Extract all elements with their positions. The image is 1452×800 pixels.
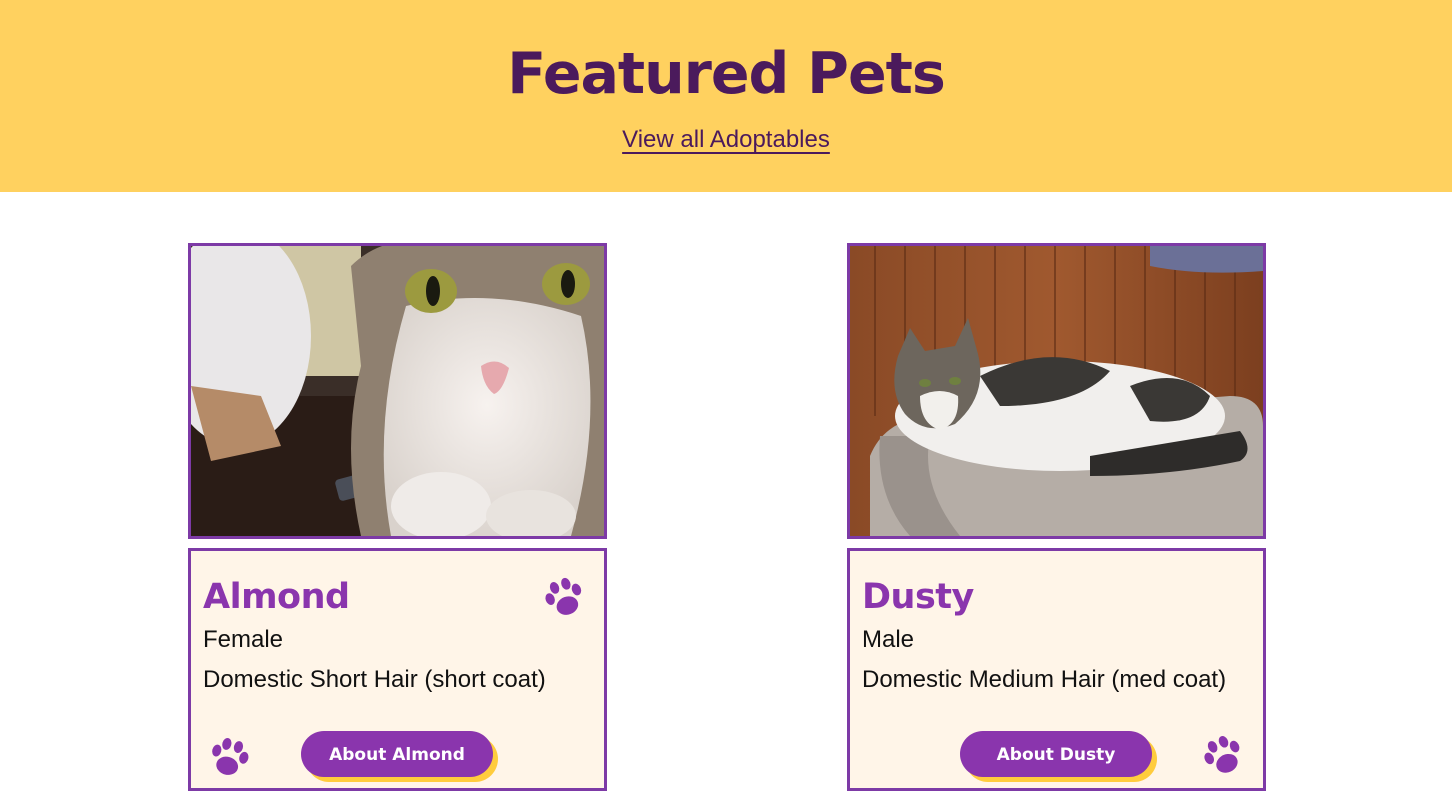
about-button-wrapper: About Almond	[301, 731, 498, 782]
about-almond-button[interactable]: About Almond	[301, 731, 493, 777]
about-dusty-button[interactable]: About Dusty	[960, 731, 1152, 777]
pet-name[interactable]: Almond	[203, 575, 350, 619]
view-all-adoptables-link[interactable]: View all Adoptables	[0, 126, 1452, 154]
pet-name[interactable]: Dusty	[862, 575, 974, 619]
pet-photo-dusty[interactable]	[847, 243, 1266, 539]
pet-card-almond: Almond Female Domestic Short Hair (short…	[188, 548, 607, 791]
pet-breed: Domestic Medium Hair (med coat)	[862, 666, 1227, 693]
pet-sex: Male	[862, 626, 915, 653]
page-title: Featured Pets	[507, 41, 946, 107]
paw-icon	[1204, 736, 1240, 773]
pet-breed: Domestic Short Hair (short coat)	[203, 666, 546, 693]
paw-icon	[212, 738, 249, 775]
about-button-wrapper: About Dusty	[960, 731, 1157, 782]
paw-icon	[545, 577, 582, 615]
featured-pets-banner: Featured Pets View all Adoptables	[0, 0, 1452, 192]
pet-card-dusty: Dusty Male Domestic Medium Hair (med coa…	[847, 548, 1266, 791]
pet-sex: Female	[203, 626, 284, 653]
pet-photo-almond[interactable]	[188, 243, 607, 539]
